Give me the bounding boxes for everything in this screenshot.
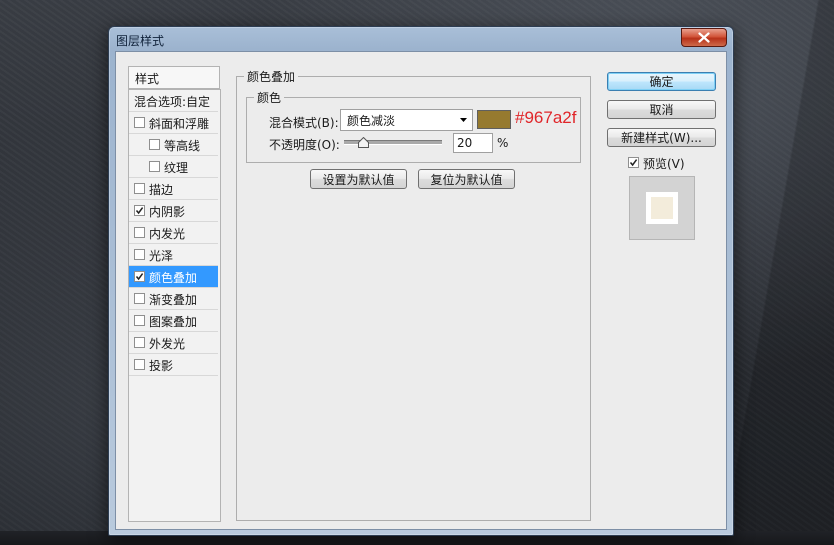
overlay-color-swatch[interactable] — [477, 110, 511, 129]
dialog-client: 样式 混合选项:自定 斜面和浮雕 等高线 纹理 描边 内阴影 内发光 光泽 颜色叠加 渐变叠加图… — [115, 51, 727, 530]
close-icon — [698, 32, 710, 43]
style-item[interactable]: 内发光 — [129, 222, 218, 244]
style-item-label: 光泽 — [149, 249, 174, 263]
preview-frame — [646, 192, 678, 224]
styles-header-label: 样式 — [135, 72, 160, 86]
blend-mode-value: 颜色减淡 — [347, 114, 396, 128]
opacity-label: 不透明度(O): — [269, 138, 340, 152]
style-item-checkbox[interactable] — [134, 293, 145, 304]
style-item-checkbox[interactable] — [134, 117, 145, 128]
blend-options-item[interactable]: 混合选项:自定 — [129, 90, 218, 112]
style-item-checkbox[interactable] — [134, 337, 145, 348]
style-item-label: 颜色叠加 — [149, 271, 198, 285]
style-item-label: 纹理 — [164, 161, 189, 175]
color-overlay-title: 颜色叠加 — [244, 68, 299, 85]
background-shadow — [735, 0, 834, 545]
ok-button[interactable]: 确定 — [607, 72, 716, 91]
style-item-checkbox[interactable] — [134, 205, 145, 216]
style-item-label: 内发光 — [149, 227, 186, 241]
check-icon — [135, 273, 144, 281]
opacity-value: 20 — [457, 136, 473, 150]
style-item-checkbox[interactable] — [134, 227, 145, 238]
style-item-label: 描边 — [149, 183, 174, 197]
style-item[interactable]: 描边 — [129, 178, 218, 200]
style-item-label: 图案叠加 — [149, 315, 198, 329]
new-style-label: 新建样式(W)... — [621, 131, 702, 145]
style-item-checkbox[interactable] — [134, 249, 145, 260]
style-item[interactable]: 内阴影 — [129, 200, 218, 222]
style-item-checkbox[interactable] — [149, 161, 160, 172]
style-item[interactable]: 光泽 — [129, 244, 218, 266]
style-item-checkbox[interactable] — [134, 271, 145, 282]
style-item[interactable]: 图案叠加 — [129, 310, 218, 332]
opacity-input[interactable]: 20 — [453, 133, 493, 153]
ok-label: 确定 — [649, 75, 674, 89]
style-item-label: 等高线 — [164, 139, 201, 153]
reset-default-button[interactable]: 复位为默认值 — [418, 169, 515, 189]
layer-style-dialog: 图层样式 样式 混合选项:自定 斜面和浮雕 等高线 纹理 描边 内阴影 内发光 光泽 颜色叠加… — [108, 26, 734, 536]
style-item-label: 内阴影 — [149, 205, 186, 219]
new-style-button[interactable]: 新建样式(W)... — [607, 128, 716, 147]
opacity-slider-thumb[interactable] — [358, 137, 370, 148]
cancel-label: 取消 — [649, 103, 674, 117]
opacity-unit: % — [497, 136, 509, 150]
check-icon — [629, 159, 638, 167]
set-default-label: 设置为默认值 — [322, 172, 395, 187]
check-icon — [135, 207, 144, 215]
style-item[interactable]: 外发光 — [129, 332, 218, 354]
style-item-label: 外发光 — [149, 337, 186, 351]
style-item-checkbox[interactable] — [149, 139, 160, 150]
set-default-button[interactable]: 设置为默认值 — [310, 169, 407, 189]
blend-mode-label: 混合模式(B): — [269, 116, 339, 130]
style-item-checkbox[interactable] — [134, 183, 145, 194]
preview-thumbnail — [629, 176, 695, 240]
preview-label: 预览(V) — [643, 157, 685, 171]
style-item[interactable]: 颜色叠加 — [129, 266, 218, 288]
style-item-label: 渐变叠加 — [149, 293, 198, 307]
chevron-down-icon — [460, 118, 467, 122]
style-item[interactable]: 渐变叠加 — [129, 288, 218, 310]
preview-toggle[interactable]: 预览(V) — [628, 155, 718, 171]
style-item[interactable]: 纹理 — [129, 156, 218, 178]
color-hex-annotation: #967a2f — [515, 108, 577, 127]
style-list: 混合选项:自定 斜面和浮雕等高线纹理描边内阴影内发光光泽颜色叠加渐变叠加图案叠加… — [128, 89, 221, 522]
window-title: 图层样式 — [116, 34, 165, 48]
style-item-label: 斜面和浮雕 — [149, 117, 210, 131]
color-subgroup-title: 颜色 — [254, 89, 285, 106]
preview-checkbox[interactable] — [628, 157, 639, 168]
style-item[interactable]: 等高线 — [129, 134, 218, 156]
style-item[interactable]: 斜面和浮雕 — [129, 112, 218, 134]
blend-options-label: 混合选项:自定 — [134, 95, 211, 109]
style-item-label: 投影 — [149, 359, 174, 373]
style-item[interactable]: 投影 — [129, 354, 218, 376]
cancel-button[interactable]: 取消 — [607, 100, 716, 119]
blend-mode-select[interactable]: 颜色减淡 — [340, 109, 473, 131]
preview-swatch — [651, 197, 673, 219]
close-button[interactable] — [681, 28, 727, 47]
styles-header[interactable]: 样式 — [128, 66, 220, 89]
reset-default-label: 复位为默认值 — [430, 172, 503, 187]
style-item-checkbox[interactable] — [134, 315, 145, 326]
style-item-checkbox[interactable] — [134, 359, 145, 370]
